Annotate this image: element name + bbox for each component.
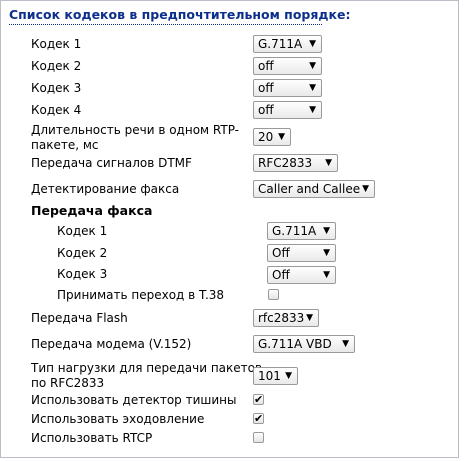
dropdown-arrow-icon: ▼ [309,61,316,71]
dropdown-arrow-icon: ▼ [285,371,292,381]
codec3-select[interactable]: off ▼ [253,79,322,97]
codec1-value: G.711A [258,37,303,51]
codec3-value: off [258,81,274,95]
codec1-label: Кодек 1 [31,37,82,51]
dropdown-arrow-icon: ▼ [278,132,285,142]
checkmark-icon: ✔ [254,412,264,425]
silence-detector-label: Использовать детектор тишины [31,393,237,407]
echo-cancel-checkbox[interactable]: ✔ [253,413,264,424]
rtcp-label: Использовать RTCP [31,431,153,445]
flash-value: rfc2833 [258,311,305,325]
dropdown-arrow-icon: ▼ [342,339,349,349]
dropdown-arrow-icon: ▼ [362,184,369,194]
codec4-select[interactable]: off ▼ [253,101,322,119]
fax-codec3-select[interactable]: Off ▼ [267,266,336,284]
modem-select[interactable]: G.711A VBD ▼ [253,335,355,353]
dropdown-arrow-icon: ▼ [309,105,316,115]
rtcp-checkbox[interactable] [253,432,264,443]
silence-detector-checkbox[interactable]: ✔ [253,394,264,405]
rtp-duration-select[interactable]: 20 ▼ [253,128,291,146]
rtp-duration-value: 20 [258,130,274,144]
title-underline [9,24,322,25]
dropdown-arrow-icon: ▼ [323,226,330,236]
codec3-label: Кодек 3 [31,81,82,95]
fax-codec2-select[interactable]: Off ▼ [267,244,336,262]
codec4-label: Кодек 4 [31,103,82,117]
fax-codec3-value: Off [272,268,290,282]
t38-checkbox[interactable] [268,289,279,300]
fax-detect-select[interactable]: Caller and Callee ▼ [253,180,375,198]
fax-codec2-label: Кодек 2 [57,246,108,260]
dtmf-value: RFC2833 [258,156,313,170]
section-title: Список кодеков в предпочтительном порядк… [9,7,351,22]
rtp-label-line2: пакете, мс [31,138,99,152]
fax-codec1-value: G.711A [272,224,317,238]
checkmark-icon: ✔ [254,393,264,406]
dtmf-label: Передача сигналов DTMF [31,156,192,170]
codec2-label: Кодек 2 [31,59,82,73]
fax-section-title: Передача факса [31,203,153,218]
dropdown-arrow-icon: ▼ [323,248,330,258]
t38-label: Принимать переход в T.38 [57,288,225,302]
flash-select[interactable]: rfc2833 ▼ [253,309,319,327]
modem-label: Передача модема (V.152) [31,337,192,351]
rtp-label-line1: Длительность речи в одном RTP- [31,123,240,137]
payload-value: 101 [258,369,281,383]
dtmf-select[interactable]: RFC2833 ▼ [253,154,338,172]
dropdown-arrow-icon: ▼ [309,83,316,93]
dropdown-arrow-icon: ▼ [325,158,332,168]
codec2-value: off [258,59,274,73]
payload-label-line2: по RFC2833 [31,376,105,390]
codec1-select[interactable]: G.711A ▼ [253,35,322,53]
fax-codec1-select[interactable]: G.711A ▼ [267,222,336,240]
payload-select[interactable]: 101 ▼ [253,367,298,385]
fax-codec3-label: Кодек 3 [57,267,108,281]
fax-codec2-value: Off [272,246,290,260]
codec2-select[interactable]: off ▼ [253,57,322,75]
dropdown-arrow-icon: ▼ [306,313,313,323]
codec4-value: off [258,103,274,117]
fax-detect-value: Caller and Callee [258,182,361,196]
fax-codec1-label: Кодек 1 [57,224,108,238]
fax-detect-label: Детектирование факса [31,182,180,196]
dropdown-arrow-icon: ▼ [309,39,316,49]
modem-value: G.711A VBD [258,337,332,351]
flash-label: Передача Flash [31,311,128,325]
dropdown-arrow-icon: ▼ [323,270,330,280]
echo-cancel-label: Использовать эходовление [31,412,205,426]
payload-label-line1: Тип нагрузки для передачи пакетов [31,361,263,375]
